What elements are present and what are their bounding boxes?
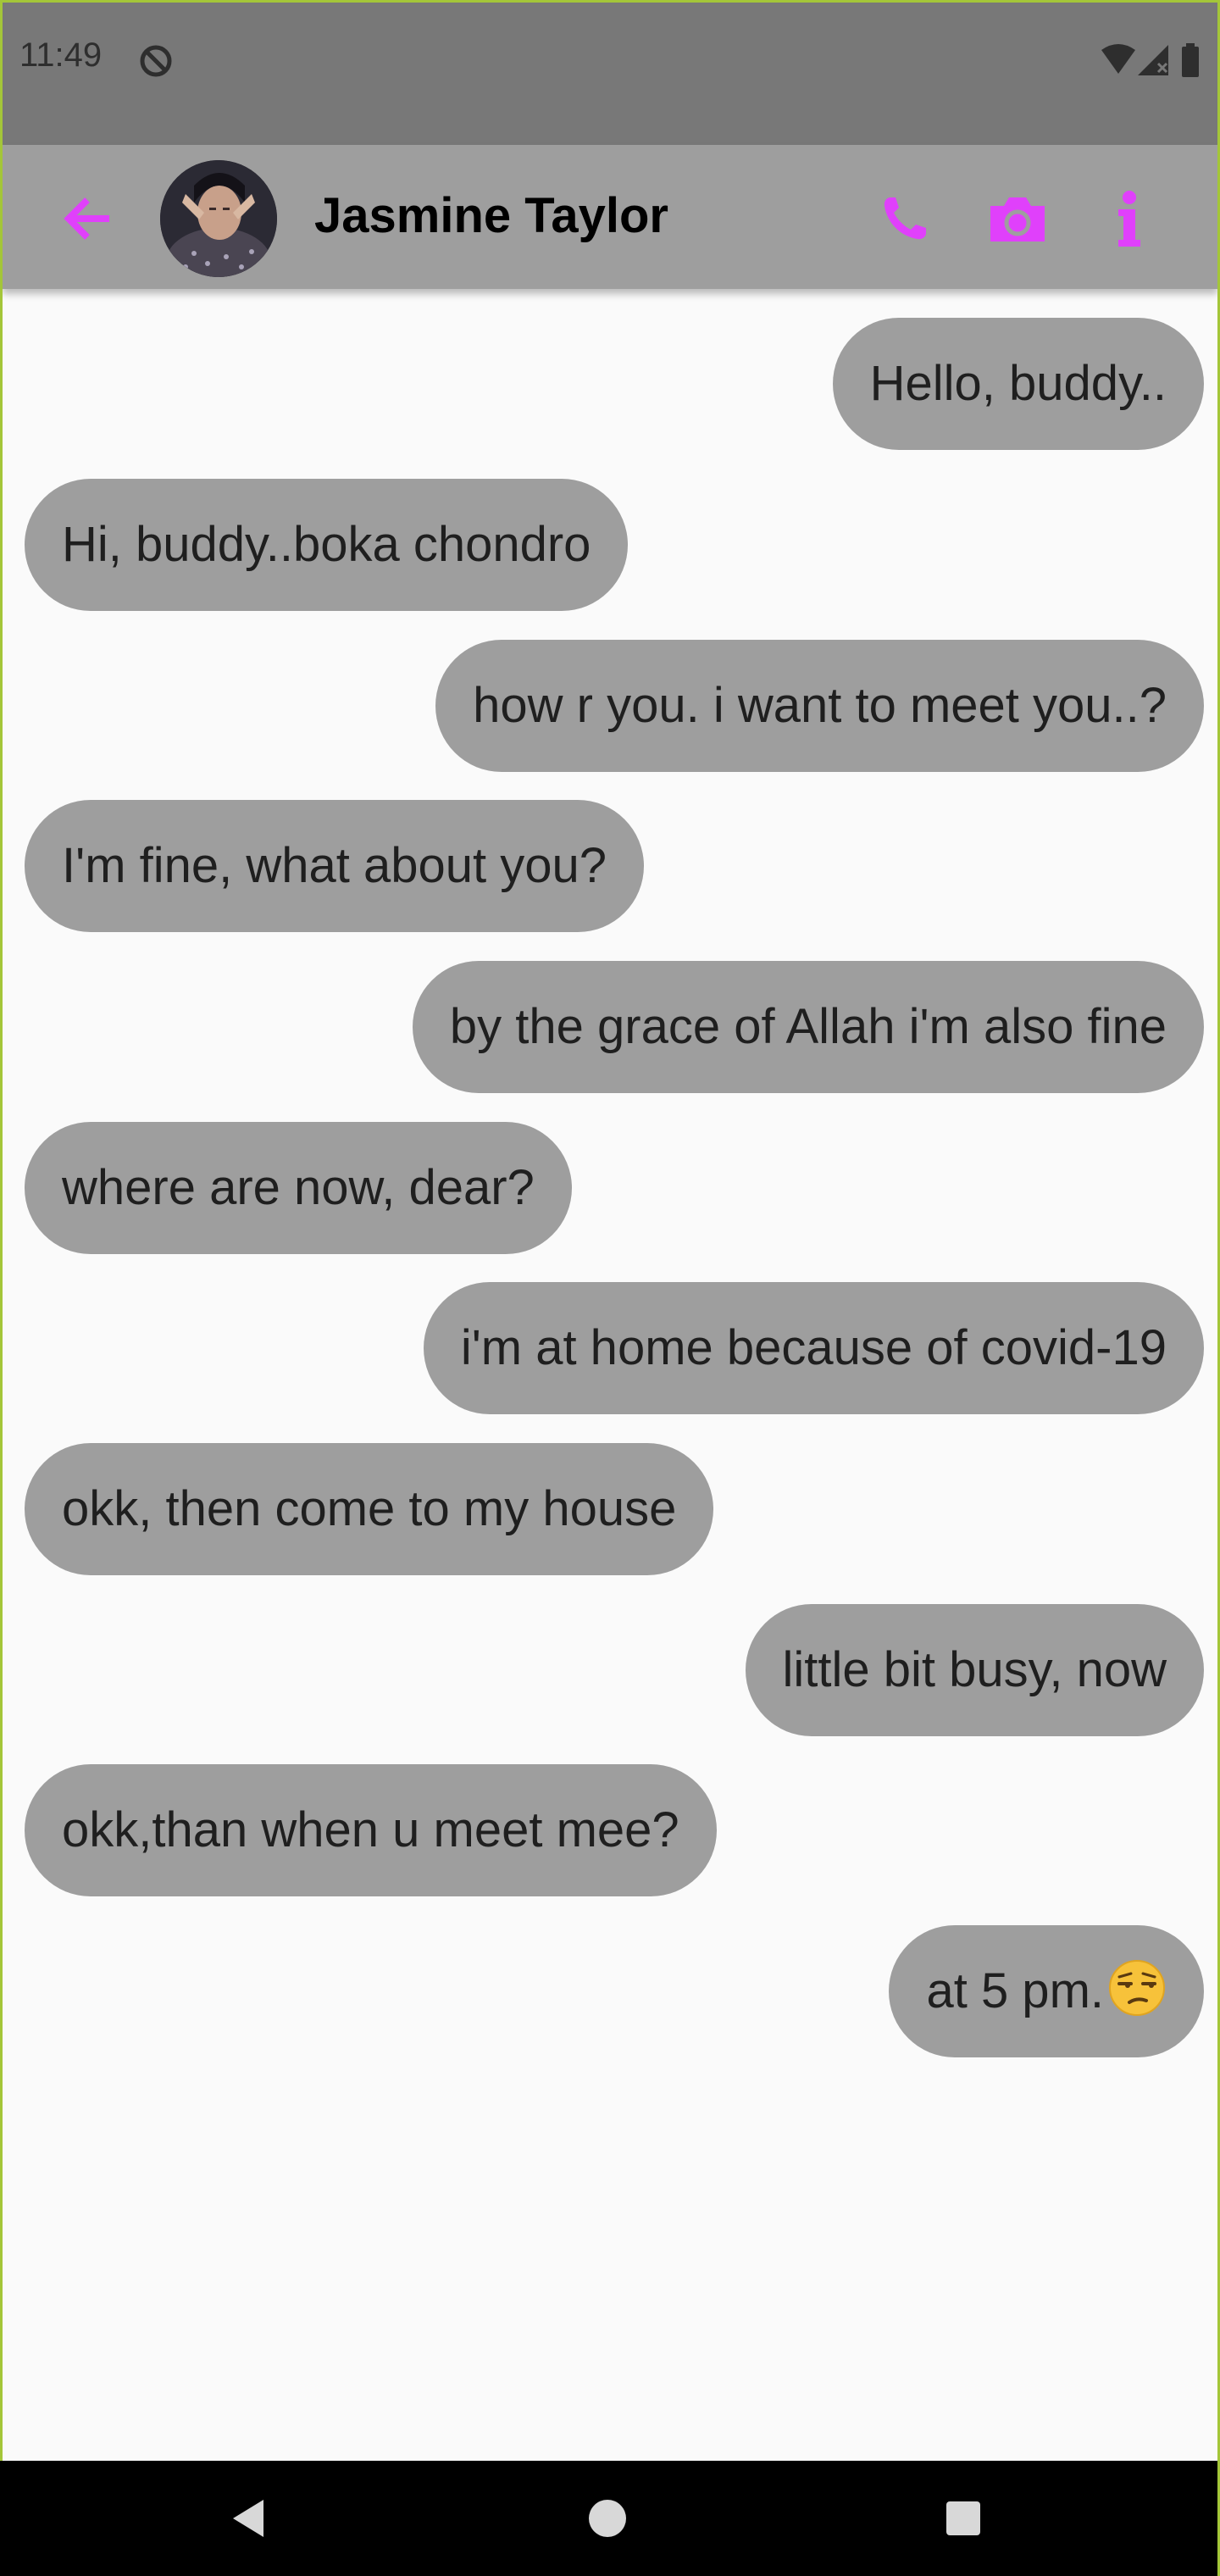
- message-text: Hi, buddy..boka chondro: [62, 517, 591, 572]
- navigation-bar: [0, 2461, 1217, 2576]
- message-bubble-received[interactable]: okk,than when u meet mee?: [25, 1764, 717, 1896]
- message-bubble-sent[interactable]: Hello, buddy..: [832, 318, 1204, 450]
- wifi-icon: [1101, 44, 1135, 74]
- message-text: okk, then come to my house: [62, 1481, 677, 1536]
- message-text: Hello, buddy..: [869, 356, 1167, 411]
- status-bar: 11:49: [3, 3, 1217, 145]
- nav-recents-icon[interactable]: [938, 2493, 989, 2544]
- message-bubble-received[interactable]: okk, then come to my house: [25, 1443, 714, 1575]
- unamused-face-emoji-icon: [1109, 1960, 1165, 2016]
- status-time: 11:49: [19, 36, 103, 74]
- nav-back-icon[interactable]: [225, 2493, 275, 2544]
- cellular-signal-icon: [1138, 45, 1168, 75]
- message-bubble-sent[interactable]: how r you. i want to meet you..?: [435, 640, 1204, 772]
- message-text: at 5 pm.: [926, 1963, 1104, 2018]
- info-icon[interactable]: [1095, 186, 1163, 253]
- message-text: how r you. i want to meet you..?: [473, 678, 1167, 733]
- message-bubble-sent[interactable]: i'm at home because of covid-19: [423, 1282, 1204, 1414]
- message-text: by the grace of Allah i'm also fine: [449, 999, 1167, 1054]
- arrow-back-icon[interactable]: [58, 189, 118, 248]
- battery-icon: [1182, 43, 1199, 77]
- message-text: okk,than when u meet mee?: [62, 1802, 679, 1857]
- message-bubble-received[interactable]: where are now, dear?: [25, 1122, 572, 1254]
- message-text: I'm fine, what about you?: [62, 838, 607, 893]
- chat-messages[interactable]: Hello, buddy.. Hi, buddy..boka chondro h…: [3, 289, 1217, 2463]
- message-bubble-received[interactable]: Hi, buddy..boka chondro: [25, 479, 629, 611]
- message-text: i'm at home because of covid-19: [460, 1320, 1167, 1375]
- message-text: little bit busy, now: [782, 1642, 1167, 1697]
- message-bubble-received[interactable]: I'm fine, what about you?: [25, 800, 645, 932]
- do-not-disturb-icon: [140, 45, 172, 77]
- avatar[interactable]: [160, 160, 277, 277]
- avatar-image: [160, 160, 277, 277]
- message-bubble-sent[interactable]: little bit busy, now: [745, 1604, 1204, 1736]
- app-bar: Jasmine Taylor: [3, 145, 1217, 289]
- message-bubble-sent[interactable]: at 5 pm.: [889, 1925, 1204, 2057]
- message-bubble-sent[interactable]: by the grace of Allah i'm also fine: [412, 961, 1204, 1093]
- camera-icon[interactable]: [984, 186, 1051, 253]
- phone-icon[interactable]: [870, 186, 938, 253]
- message-text: where are now, dear?: [62, 1160, 535, 1215]
- contact-name: Jasmine Taylor: [314, 188, 669, 243]
- nav-home-icon[interactable]: [582, 2493, 633, 2544]
- screen: 11:49 Jasmine Taylor Hello, buddy.. Hi, …: [3, 3, 1217, 2573]
